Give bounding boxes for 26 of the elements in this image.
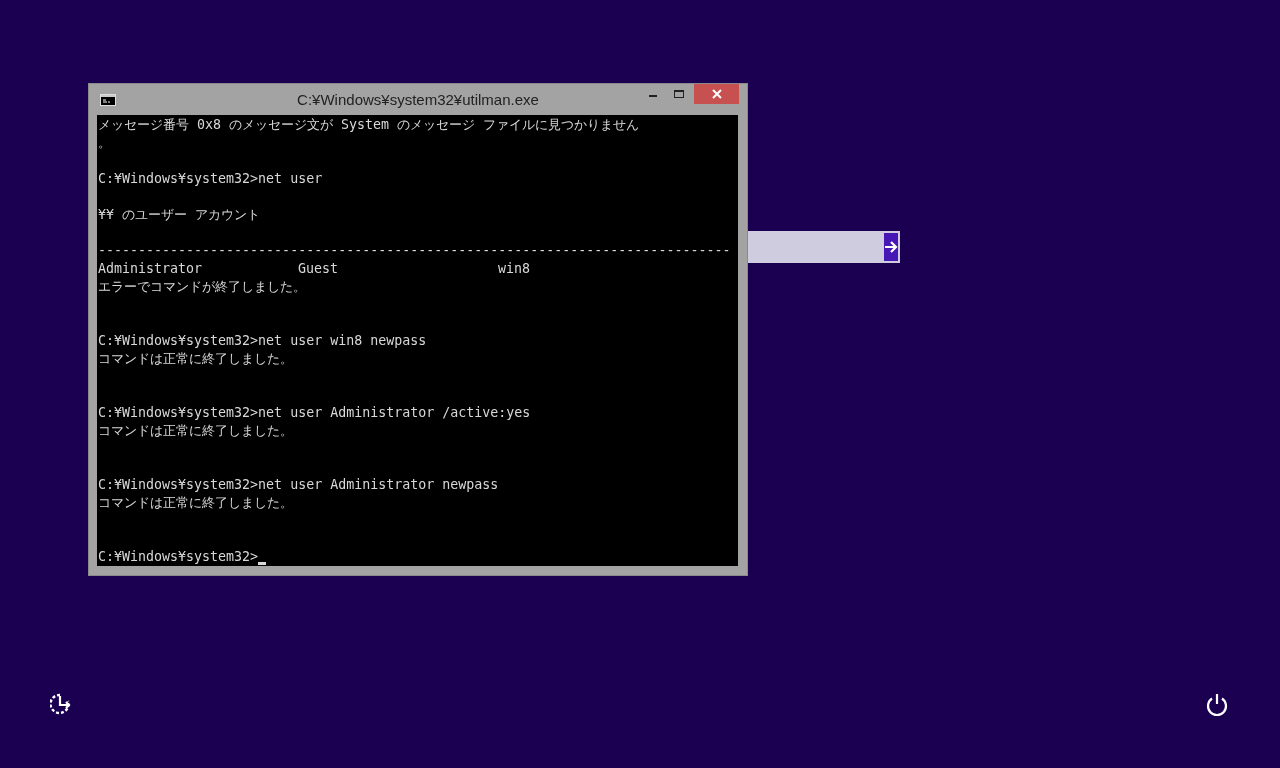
console-line: コマンドは正常に終了しました。 bbox=[98, 350, 293, 368]
arrow-icon bbox=[884, 241, 898, 253]
console-line: エラーでコマンドが終了しました。 bbox=[98, 278, 306, 296]
console-line: コマンドは正常に終了しました。 bbox=[98, 494, 293, 512]
text-cursor bbox=[258, 562, 267, 565]
power-icon[interactable] bbox=[1205, 693, 1229, 717]
console-line: C:¥Windows¥system32>net user win8 newpass bbox=[98, 332, 427, 350]
command-prompt: C:¥Windows¥system32> bbox=[98, 548, 259, 566]
console-line: C:¥Windows¥system32>net user Administrator /active:yes bbox=[98, 404, 531, 422]
console-line: 。 bbox=[98, 134, 111, 152]
account-name: win8 bbox=[498, 261, 531, 276]
close-button[interactable] bbox=[694, 84, 739, 104]
maximize-icon bbox=[673, 89, 685, 99]
account-name: Administrator bbox=[98, 261, 203, 276]
console-line: メッセージ番号 0x8 のメッセージ文が System のメッセージ ファイルに見つかりません bbox=[98, 116, 640, 134]
password-field[interactable] bbox=[748, 231, 900, 263]
console-line: C:¥Windows¥system32>net user Administrator newpass bbox=[98, 476, 499, 494]
close-icon bbox=[711, 89, 722, 99]
console-line: コマンドは正常に終了しました。 bbox=[98, 422, 293, 440]
console-line: C:¥Windows¥system32>net user bbox=[98, 170, 323, 188]
console-line: ------------------------------------------------------------------------------- bbox=[98, 242, 731, 260]
window-title: C:¥Windows¥system32¥utilman.exe bbox=[297, 91, 539, 108]
console-icon bbox=[100, 93, 116, 106]
console-line: ¥¥ のユーザー アカウント bbox=[98, 206, 261, 224]
submit-arrow-button[interactable] bbox=[884, 233, 898, 261]
account-name: Guest bbox=[298, 261, 339, 276]
